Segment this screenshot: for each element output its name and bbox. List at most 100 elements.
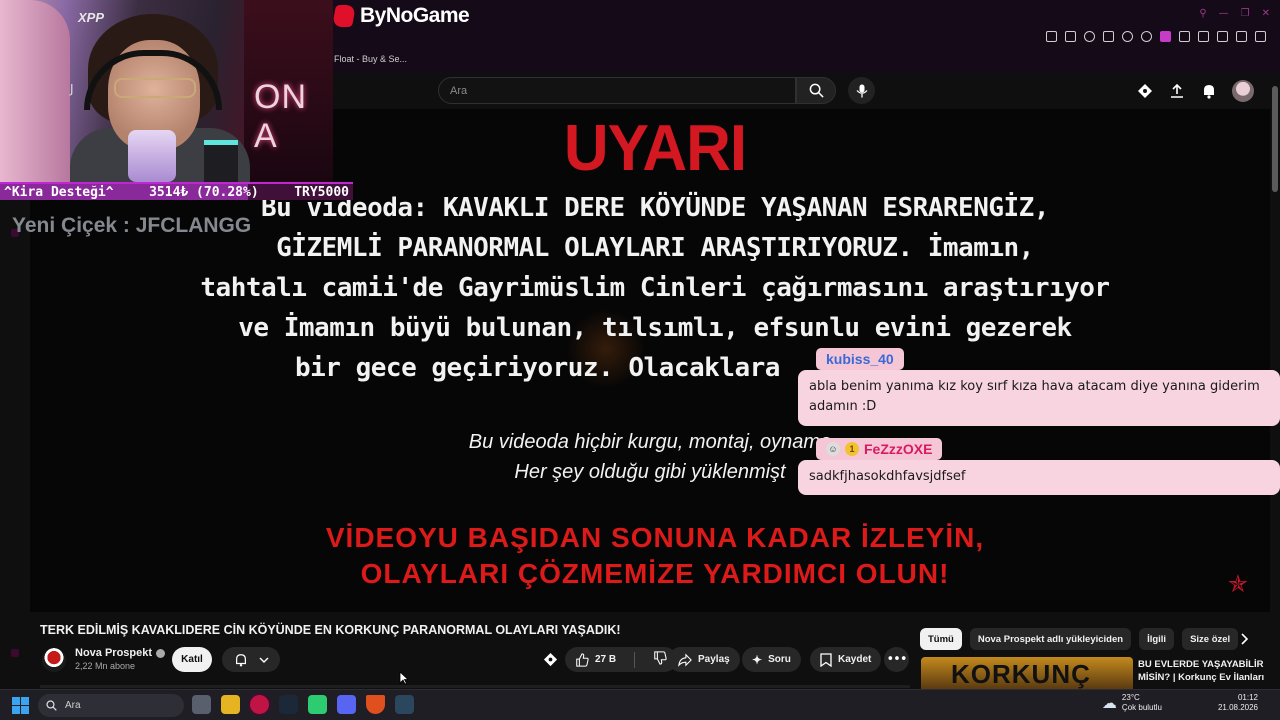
chat-username: kubiss_40 [816, 348, 904, 370]
cta-line: OLAYLARI ÇÖZMEMİZE YARDIMCI OLUN! [360, 558, 950, 589]
cta-line: VİDEOYU BAŞIDAN SONUNA KADAR İZLEYİN, [325, 522, 985, 553]
shield-icon[interactable] [1084, 31, 1095, 42]
notifications-bell-icon[interactable] [1200, 82, 1218, 100]
tab-icon[interactable] [1103, 31, 1114, 42]
video-title: TERK EDİLMİŞ KAVAKLIDERE CİN KÖYÜNDE EN … [40, 623, 621, 637]
extension-icon[interactable] [1160, 31, 1171, 42]
page-scrollbar[interactable] [1272, 76, 1278, 686]
puzzle-icon[interactable] [1179, 31, 1190, 42]
opera-gx-icon[interactable] [250, 695, 269, 714]
play-icon[interactable] [1122, 31, 1133, 42]
drink-cup [128, 130, 176, 182]
sparkle-icon: ✦ [752, 652, 763, 667]
ask-button[interactable]: ✦ Soru [742, 647, 801, 672]
recommended-video-thumbnail[interactable]: KORKUNÇ [921, 657, 1133, 689]
chat-username-text: FeZzzOXE [864, 441, 933, 457]
like-button[interactable]: 27 B [575, 652, 616, 667]
start-menu-icon[interactable] [12, 697, 29, 714]
steam-secondary-icon[interactable] [395, 695, 414, 714]
video-call-to-action: VİDEOYU BAŞIDAN SONUNA KADAR İZLEYİN, OL… [160, 520, 1150, 592]
subscription-bell-button[interactable] [222, 647, 280, 672]
search-button[interactable] [796, 77, 836, 104]
channel-avatar[interactable] [42, 648, 66, 672]
cloudy-icon: ☁ [1101, 694, 1117, 712]
more-actions-button[interactable]: ••• [884, 647, 909, 672]
download-icon[interactable] [1217, 31, 1228, 42]
chair-brand: XPP [78, 10, 105, 25]
system-clock[interactable]: 01:12 21.08.2026 [1218, 693, 1258, 713]
description-box-edge [40, 685, 910, 688]
chevron-right-icon [1241, 633, 1249, 645]
maximize-icon[interactable]: ❐ [1241, 8, 1250, 19]
window-controls: ⚲ — ❐ ✕ [1199, 8, 1270, 19]
chips-next-button[interactable] [1234, 629, 1254, 649]
join-button[interactable]: Katıl [172, 647, 212, 672]
diamond-icon [543, 652, 558, 667]
search-box [438, 77, 796, 104]
close-icon[interactable]: ✕ [1262, 8, 1270, 19]
warning-line: GİZEMLİ PARANORMAL OLAYLARI ARAŞTIRIYORU… [276, 233, 1034, 263]
chat-badge-icon: ☺ [826, 442, 840, 456]
chevron-down-icon [259, 657, 268, 663]
neon-sign: ON A [254, 78, 307, 155]
premium-icon[interactable] [1136, 82, 1154, 100]
minimize-icon[interactable]: — [1219, 8, 1229, 19]
search-icon [809, 83, 824, 98]
brand-name: ByNoGame [360, 4, 470, 27]
chip-all[interactable]: Tümü [920, 628, 962, 650]
chat-app-icon[interactable] [308, 695, 327, 714]
sidebar-dot-icon[interactable] [11, 649, 19, 657]
microphone-icon [856, 84, 867, 97]
weather-widget[interactable]: ☁ 23°C Çok bulutlu [1102, 693, 1162, 713]
menu-icon[interactable] [1255, 31, 1266, 42]
thumbs-up-icon [576, 652, 589, 667]
steam-icon[interactable] [279, 695, 298, 714]
discord-icon[interactable] [337, 695, 356, 714]
save-button[interactable]: Kaydet [810, 647, 882, 672]
more-horizontal-icon: ••• [886, 652, 907, 667]
voice-search-button[interactable] [848, 77, 875, 104]
taskbar-search[interactable]: Ara [38, 694, 184, 717]
ask-label: Soru [768, 654, 791, 665]
bell-icon [235, 653, 246, 666]
sidebar-icon[interactable] [1236, 31, 1247, 42]
streamer-webcam: ON A XPP J [0, 0, 333, 185]
chat-username: ☺ 1 FeZzzOXE [816, 438, 943, 460]
scrollbar-thumb[interactable] [1272, 86, 1278, 192]
screenshot-icon[interactable] [1065, 31, 1076, 42]
chat-badge-icon: 1 [845, 442, 859, 456]
browser-tab[interactable]: Float - Buy & Se... [334, 54, 407, 64]
chip-for-you[interactable]: Size özel [1182, 628, 1239, 650]
youtube-header [334, 73, 1280, 109]
account-avatar[interactable] [1232, 80, 1254, 102]
brand-logo[interactable]: ByNoGame [332, 3, 470, 29]
thumbs-down-icon [654, 651, 667, 665]
mic-stand [204, 140, 238, 185]
header-actions [1136, 80, 1254, 102]
verified-icon [156, 648, 166, 658]
taskbar-apps [192, 695, 414, 714]
donation-goal-text: ^Kira Desteği^ 3514₺ (70.28%) TRY5000 [0, 184, 353, 200]
recommended-video-title[interactable]: BU EVLERDE YAŞAYABİLİR MİSİN? | Korkunç … [1138, 658, 1278, 684]
chat-message: abla benim yanıma kız koy sırf kıza hava… [798, 370, 1280, 426]
chip-from-uploader[interactable]: Nova Prospekt adlı yükleyiciden [969, 628, 1132, 650]
channel-name[interactable]: Nova Prospekt [75, 647, 166, 659]
weather-text: 23°C Çok bulutlu [1122, 693, 1162, 713]
upload-icon[interactable] [1168, 82, 1186, 100]
file-explorer-icon[interactable] [221, 695, 240, 714]
weather-temp: 23°C [1121, 693, 1140, 702]
dislike-button[interactable] [653, 651, 667, 668]
search-input[interactable] [439, 78, 795, 103]
heart-icon[interactable] [1141, 31, 1152, 42]
brave-icon[interactable] [366, 695, 385, 714]
share-button[interactable]: Paylaş [668, 647, 740, 672]
bookmark-icon[interactable] [1046, 31, 1057, 42]
task-view-icon[interactable] [192, 695, 211, 714]
thumbnail-text: KORKUNÇ [951, 659, 1091, 689]
chip-related[interactable]: İlgili [1139, 628, 1175, 650]
search-icon[interactable]: ⚲ [1199, 8, 1206, 19]
premium-action-button[interactable] [538, 647, 563, 672]
pentagram-icon: ✯ [1227, 570, 1248, 598]
save-label: Kaydet [838, 654, 872, 665]
profile-icon[interactable] [1198, 31, 1209, 42]
